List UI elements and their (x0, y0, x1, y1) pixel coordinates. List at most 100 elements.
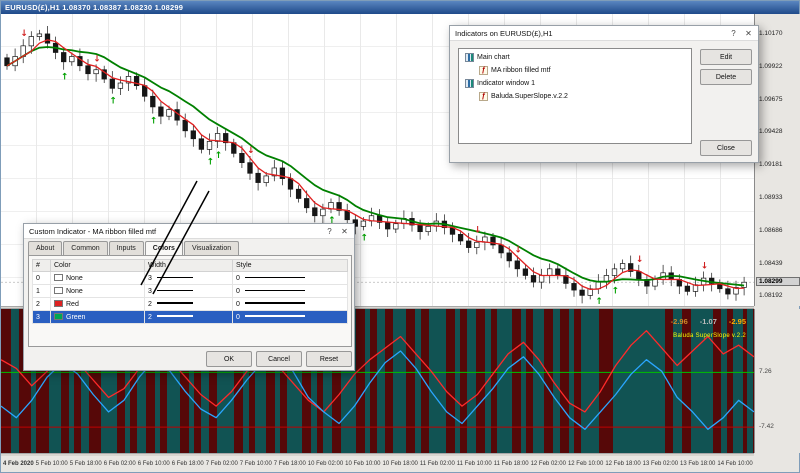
trend-stripe (415, 309, 421, 453)
colors-tab-panel: #ColorWidthStyle0None301None302Red203Gre… (28, 255, 352, 347)
color-row-2[interactable]: 2Red20 (33, 298, 348, 311)
time-axis-label: 11 Feb 18:00 (494, 461, 529, 467)
tab-colors[interactable]: Colors (145, 241, 183, 256)
help-icon[interactable]: ? (322, 225, 337, 238)
candle (547, 264, 552, 284)
row-index: 3 (33, 311, 51, 324)
candle (288, 173, 293, 197)
price-scale[interactable]: 1.101701.099221.096751.094281.091811.089… (754, 14, 800, 306)
row-index: 2 (33, 298, 51, 311)
close-icon[interactable]: ✕ (337, 225, 352, 238)
trend-stripe (613, 309, 665, 453)
sell-arrow[interactable]: ↓ (701, 261, 709, 271)
tab-about[interactable]: About (28, 241, 62, 256)
row-index: 0 (33, 272, 51, 285)
close-button[interactable]: Close (700, 140, 752, 156)
color-row-0[interactable]: 0None30 (33, 272, 348, 285)
sell-arrow[interactable]: ↓ (474, 226, 482, 236)
current-price-tag: 1.08299 (756, 277, 800, 286)
buy-arrow[interactable]: ↑ (595, 297, 603, 306)
tab-common[interactable]: Common (63, 241, 107, 256)
indicators-dialog-titlebar[interactable]: Indicators on EURUSD(£),H1 ? ✕ (450, 26, 758, 41)
sell-arrow[interactable]: ↓ (514, 246, 522, 256)
time-axis-label: 12 Feb 10:00 (568, 461, 603, 467)
tab-inputs[interactable]: Inputs (109, 241, 144, 256)
tree-item-indicator-window-1[interactable]: Indicator window 1 (459, 77, 691, 90)
candle (337, 195, 342, 216)
price-scale-label: 1.08933 (759, 194, 783, 201)
delete-button[interactable]: Delete (700, 69, 752, 85)
tree-item-main-chart[interactable]: Main chart (459, 51, 691, 64)
time-axis-label: 5 Feb 18:00 (70, 461, 102, 467)
candle (280, 161, 285, 185)
candle (61, 47, 66, 70)
trend-stripe (733, 309, 743, 453)
buy-arrow[interactable]: ↑ (207, 158, 215, 168)
terminal-window: EURUSD(£),H1 1.08370 1.08387 1.08230 1.0… (0, 0, 800, 473)
time-axis-label: 13 Feb 02:00 (643, 461, 678, 467)
candle (296, 185, 301, 202)
close-icon[interactable]: ✕ (741, 27, 756, 40)
trend-stripe (569, 309, 574, 453)
column-header: Width (145, 260, 233, 272)
style-cell: 0 (233, 298, 348, 311)
trend-stripe (455, 309, 460, 453)
sell-arrow[interactable]: ↓ (20, 29, 28, 39)
ok-button[interactable]: OK (206, 351, 252, 367)
buy-arrow[interactable]: ↑ (360, 233, 368, 243)
candle (718, 279, 723, 292)
width-value: 2 (148, 301, 152, 308)
tab-visualization[interactable]: Visualization (184, 241, 239, 256)
candle (5, 54, 10, 70)
chart-icon (465, 53, 474, 62)
candle (620, 260, 625, 273)
time-axis-label: 11 Feb 02:00 (420, 461, 455, 467)
price-scale-label: 1.09675 (759, 96, 783, 103)
color-cell: None (51, 285, 145, 298)
color-row-3[interactable]: 3Green20 (33, 311, 348, 324)
color-swatch (54, 300, 63, 307)
window-splitter-bottom[interactable] (1, 453, 754, 456)
style-line-sample (245, 315, 305, 317)
chart-window-titlebar[interactable]: EURUSD(£),H1 1.08370 1.08387 1.08230 1.0… (1, 1, 799, 14)
trend-stripe (365, 309, 370, 453)
custom-dialog-titlebar[interactable]: Custom Indicator - MA ribbon filled mtf … (24, 224, 354, 239)
width-line-sample (157, 302, 193, 304)
sell-arrow[interactable]: ↓ (636, 255, 644, 265)
candle (499, 237, 504, 258)
color-name: None (66, 288, 83, 295)
buy-arrow[interactable]: ↑ (215, 151, 223, 161)
buy-arrow[interactable]: ↑ (612, 286, 620, 296)
candle (232, 139, 237, 158)
indicator-scale[interactable]: 7.26-7.42 (754, 309, 800, 453)
candle (256, 168, 261, 191)
color-row-1[interactable]: 1None30 (33, 285, 348, 298)
edit-button[interactable]: Edit (700, 49, 752, 65)
style-cell: 0 (233, 285, 348, 298)
sell-arrow[interactable]: ↓ (93, 54, 101, 64)
indicator-value: -2.95 (729, 317, 746, 326)
indicator-scale-label: -7.42 (759, 423, 774, 430)
buy-arrow[interactable]: ↑ (109, 97, 117, 107)
trend-stripe (691, 309, 713, 453)
cancel-button[interactable]: Cancel (256, 351, 302, 367)
sell-arrow[interactable]: ↓ (247, 146, 255, 156)
width-line-sample (157, 315, 193, 317)
style-value: 0 (236, 288, 240, 295)
style-line-sample (245, 290, 305, 291)
price-scale-label: 1.08192 (759, 292, 783, 299)
width-cell: 3 (145, 272, 233, 285)
time-axis-label: 7 Feb 10:00 (240, 461, 272, 467)
time-axis-label: 6 Feb 18:00 (172, 461, 204, 467)
tree-item-baluda-superslope-v-2-2[interactable]: ƒBaluda.SuperSlope.v.2.2 (459, 90, 691, 103)
buy-arrow[interactable]: ↑ (150, 117, 158, 127)
buy-arrow[interactable]: ↑ (61, 73, 69, 83)
color-cell: Green (51, 311, 145, 324)
candle (142, 78, 147, 102)
time-axis[interactable]: 4 Feb 20205 Feb 10:005 Feb 18:006 Feb 02… (3, 457, 753, 471)
candle (628, 256, 633, 277)
dialog-tabs: AboutCommonInputsColorsVisualization (28, 241, 240, 256)
reset-button[interactable]: Reset (306, 351, 352, 367)
help-icon[interactable]: ? (726, 27, 741, 40)
tree-item-ma-ribbon-filled-mtf[interactable]: ƒMA ribbon filled mtf (459, 64, 691, 77)
